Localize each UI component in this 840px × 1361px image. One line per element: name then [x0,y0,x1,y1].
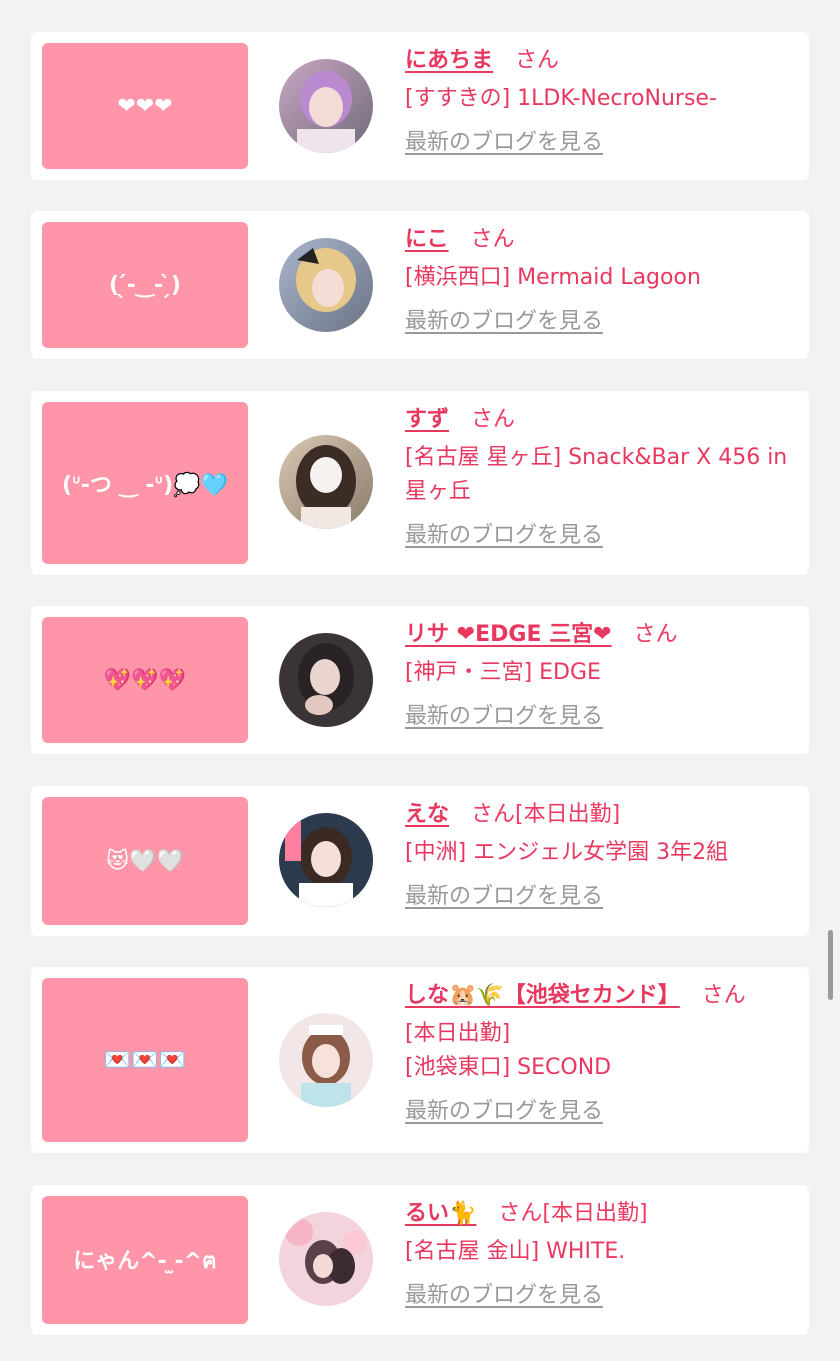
shop-line: [すすきの] 1LDK-NecroNurse- [405,86,717,111]
list-item: 😻🤍🤍 えな さん[本日出勤] [中洲] エンジェル女学園 3年2組 最新のブログ… [31,786,809,936]
list-item: ( ̖́-‿- ̗̀) にこ さん [横浜西口] Mermaid Lagoon 最… [31,211,809,359]
avatar[interactable] [279,1212,373,1306]
shop-info: [名古屋 星ヶ丘] Snack&Bar X 456 in 星ヶ丘 [405,441,793,509]
avatar[interactable] [279,59,373,153]
comment-text: 💌💌💌 [103,1047,187,1073]
scrollbar[interactable] [828,930,833,1000]
comment-bubble: ( ̖́-‿- ̗̀) [42,222,248,348]
latest-blog-link[interactable]: 最新のブログを見る [405,880,603,914]
girl-name-link[interactable]: えな [405,802,449,827]
girl-name-link[interactable]: すず [405,407,449,432]
attendance-tag: [本日出勤] [542,1201,648,1226]
list-item: (ᐡ-つ ‿ -ᐡ)💭🩵 すず さん [名古屋 星ヶ丘] Snack&Bar X … [31,391,809,575]
honorific: さん [701,983,746,1008]
latest-blog-link[interactable]: 最新のブログを見る [405,305,603,339]
shop-line: [名古屋 星ヶ丘] Snack&Bar X 456 in 星ヶ丘 [405,445,788,504]
girl-name-link[interactable]: しな🐹🌾【池袋セカンド】 [405,983,680,1008]
attendance-line: [本日出勤] [405,1021,511,1046]
comment-text: ❤❤❤ [117,93,173,119]
comment-text: (ᐡ-つ ‿ -ᐡ)💭🩵 [61,473,229,498]
list-item: ❤❤❤ にあちま さん [すすきの] 1LDK-NecroNurse- 最新のブロ… [31,32,809,180]
latest-blog-link[interactable]: 最新のブログを見る [405,1095,603,1129]
shop-line: [神戸・三宮] EDGE [405,660,601,685]
list-item: 💌💌💌 しな🐹🌾【池袋セカンド】 さん [本日出勤] [池袋東口] SECOND … [31,967,809,1153]
shop-info: [名古屋 金山] WHITE. [405,1235,793,1269]
honorific: さん [470,227,515,252]
latest-blog-link[interactable]: 最新のブログを見る [405,126,603,160]
honorific: さん [498,1201,543,1226]
comment-bubble: ❤❤❤ [42,43,248,169]
comment-text: にゃん^- ̫-^ฅ [73,1248,217,1274]
honorific: さん [515,48,560,73]
latest-blog-link[interactable]: 最新のブログを見る [405,519,603,553]
honorific: さん [471,802,516,827]
shop-info: [神戸・三宮] EDGE [405,656,793,690]
shop-line: [名古屋 金山] WHITE. [405,1239,626,1264]
latest-blog-link[interactable]: 最新のブログを見る [405,1279,603,1313]
girl-name-link[interactable]: るい🐈 [405,1201,476,1226]
honorific: さん [633,622,678,647]
list-item: 💖💖💖 リサ ❤EDGE 三宮❤ さん [神戸・三宮] EDGE 最新のブログを見… [31,606,809,754]
comment-bubble: 💌💌💌 [42,978,248,1142]
honorific: さん [471,407,516,432]
avatar[interactable] [279,435,373,529]
girl-name-link[interactable]: にこ [405,227,449,252]
latest-blog-link[interactable]: 最新のブログを見る [405,700,603,734]
shop-info: [横浜西口] Mermaid Lagoon [405,261,793,295]
comment-bubble: にゃん^- ̫-^ฅ [42,1196,248,1324]
comment-bubble: 💖💖💖 [42,617,248,743]
avatar[interactable] [279,238,373,332]
avatar[interactable] [279,633,373,727]
comment-text: ( ̖́-‿- ̗̀) [109,272,181,298]
comment-text: 😻🤍🤍 [106,848,184,874]
shop-line: [中洲] エンジェル女学園 3年2組 [405,840,729,865]
shop-line: [池袋東口] SECOND [405,1055,612,1080]
attendance-tag: [本日出勤] [515,802,621,827]
comment-bubble: (ᐡ-つ ‿ -ᐡ)💭🩵 [42,402,248,564]
shop-line: [横浜西口] Mermaid Lagoon [405,265,701,290]
shop-info: [本日出勤] [池袋東口] SECOND [405,1017,793,1085]
avatar[interactable] [279,813,373,907]
shop-info: [中洲] エンジェル女学園 3年2組 [405,836,793,870]
girl-name-link[interactable]: にあちま [405,48,493,73]
comment-text: 💖💖💖 [103,667,187,693]
avatar[interactable] [279,1013,373,1107]
list-item: にゃん^- ̫-^ฅ るい🐈 さん[本日出勤] [名古屋 金山] WHITE. 最… [31,1185,809,1335]
shop-info: [すすきの] 1LDK-NecroNurse- [405,82,793,116]
girl-name-link[interactable]: リサ ❤EDGE 三宮❤ [405,622,612,647]
girl-blog-list: ❤❤❤ にあちま さん [すすきの] 1LDK-NecroNurse- 最新のブロ… [0,0,840,1361]
comment-bubble: 😻🤍🤍 [42,797,248,925]
